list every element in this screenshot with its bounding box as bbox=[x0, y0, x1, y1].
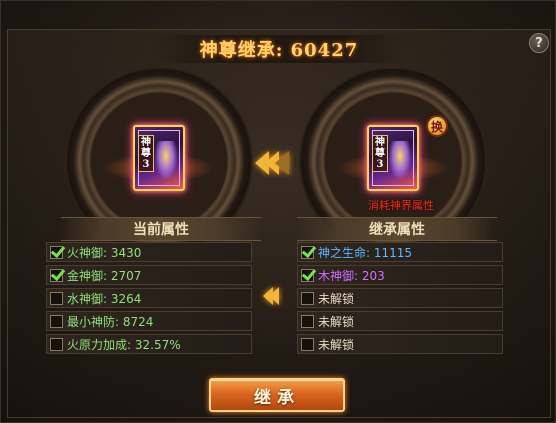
attr-text: 未解锁 bbox=[318, 314, 355, 329]
current-attributes-title: 当前属性 bbox=[133, 222, 189, 238]
attr-row[interactable]: 未解锁 bbox=[297, 311, 503, 331]
swap-button[interactable]: 换 bbox=[426, 115, 448, 137]
inherit-attributes-title: 继承属性 bbox=[369, 222, 425, 238]
attr-checkbox[interactable] bbox=[50, 337, 63, 351]
source-card-label: 神尊3 bbox=[138, 135, 154, 172]
attr-text: 火原力加成: 32.57% bbox=[67, 337, 181, 352]
consume-attribute-text: 消耗神界属性 bbox=[368, 199, 434, 212]
attr-checkbox[interactable] bbox=[50, 314, 63, 328]
card-figure-icon bbox=[155, 141, 177, 179]
attr-text: 未解锁 bbox=[318, 291, 355, 306]
attr-text: 最小神防: 8724 bbox=[67, 314, 154, 329]
attr-text: 金神御: 2707 bbox=[67, 268, 142, 283]
card-figure-icon bbox=[389, 141, 411, 179]
attr-row[interactable]: 最小神防: 8724 bbox=[46, 311, 252, 331]
attr-row[interactable]: 水神御: 3264 bbox=[46, 288, 252, 308]
inherit-panel: 神尊继承: 60427 ? 神尊3 神尊3 换 消耗神界属性 当前属性 继承属性 bbox=[0, 0, 556, 423]
attr-checkbox[interactable] bbox=[301, 268, 314, 282]
attr-row[interactable]: 未解锁 bbox=[297, 288, 503, 308]
help-button[interactable]: ? bbox=[529, 33, 549, 53]
attr-checkbox[interactable] bbox=[301, 245, 314, 259]
attr-row[interactable]: 火原力加成: 32.57% bbox=[46, 334, 252, 354]
current-attributes-header: 当前属性 bbox=[61, 217, 261, 241]
attr-text: 神之生命: 11115 bbox=[318, 245, 413, 260]
inherit-button-label: 继承 bbox=[254, 387, 300, 408]
title-bar: 神尊继承: 60427 bbox=[151, 35, 407, 63]
attr-text: 水神御: 3264 bbox=[67, 291, 142, 306]
attr-checkbox[interactable] bbox=[50, 291, 63, 305]
source-card[interactable]: 神尊3 bbox=[133, 125, 185, 191]
attr-text: 火神御: 3430 bbox=[67, 245, 142, 260]
attr-checkbox[interactable] bbox=[301, 291, 314, 305]
attr-checkbox[interactable] bbox=[301, 337, 314, 351]
inherit-attributes-list: 神之生命: 11115 木神御: 203 未解锁 未解锁 未解锁 bbox=[297, 242, 503, 354]
inherit-attributes-header: 继承属性 bbox=[297, 217, 497, 241]
attr-row[interactable]: 木神御: 203 bbox=[297, 265, 503, 285]
attr-checkbox[interactable] bbox=[301, 314, 314, 328]
inherit-direction-arrows-icon bbox=[263, 287, 279, 305]
attr-text: 未解锁 bbox=[318, 337, 355, 352]
attr-row[interactable]: 未解锁 bbox=[297, 334, 503, 354]
target-card[interactable]: 神尊3 bbox=[367, 125, 419, 191]
attr-text: 木神御: 203 bbox=[318, 268, 385, 283]
inherit-button[interactable]: 继承 bbox=[209, 378, 345, 412]
attr-row[interactable]: 金神御: 2707 bbox=[46, 265, 252, 285]
attr-row[interactable]: 神之生命: 11115 bbox=[297, 242, 503, 262]
attr-checkbox[interactable] bbox=[50, 268, 63, 282]
current-attributes-list: 火神御: 3430 金神御: 2707 水神御: 3264 最小神防: 8724… bbox=[46, 242, 252, 354]
transfer-arrows-icon bbox=[255, 151, 289, 175]
attr-row[interactable]: 火神御: 3430 bbox=[46, 242, 252, 262]
target-card-label: 神尊3 bbox=[372, 135, 388, 172]
attr-checkbox[interactable] bbox=[50, 245, 63, 259]
page-title: 神尊继承: 60427 bbox=[199, 40, 359, 61]
